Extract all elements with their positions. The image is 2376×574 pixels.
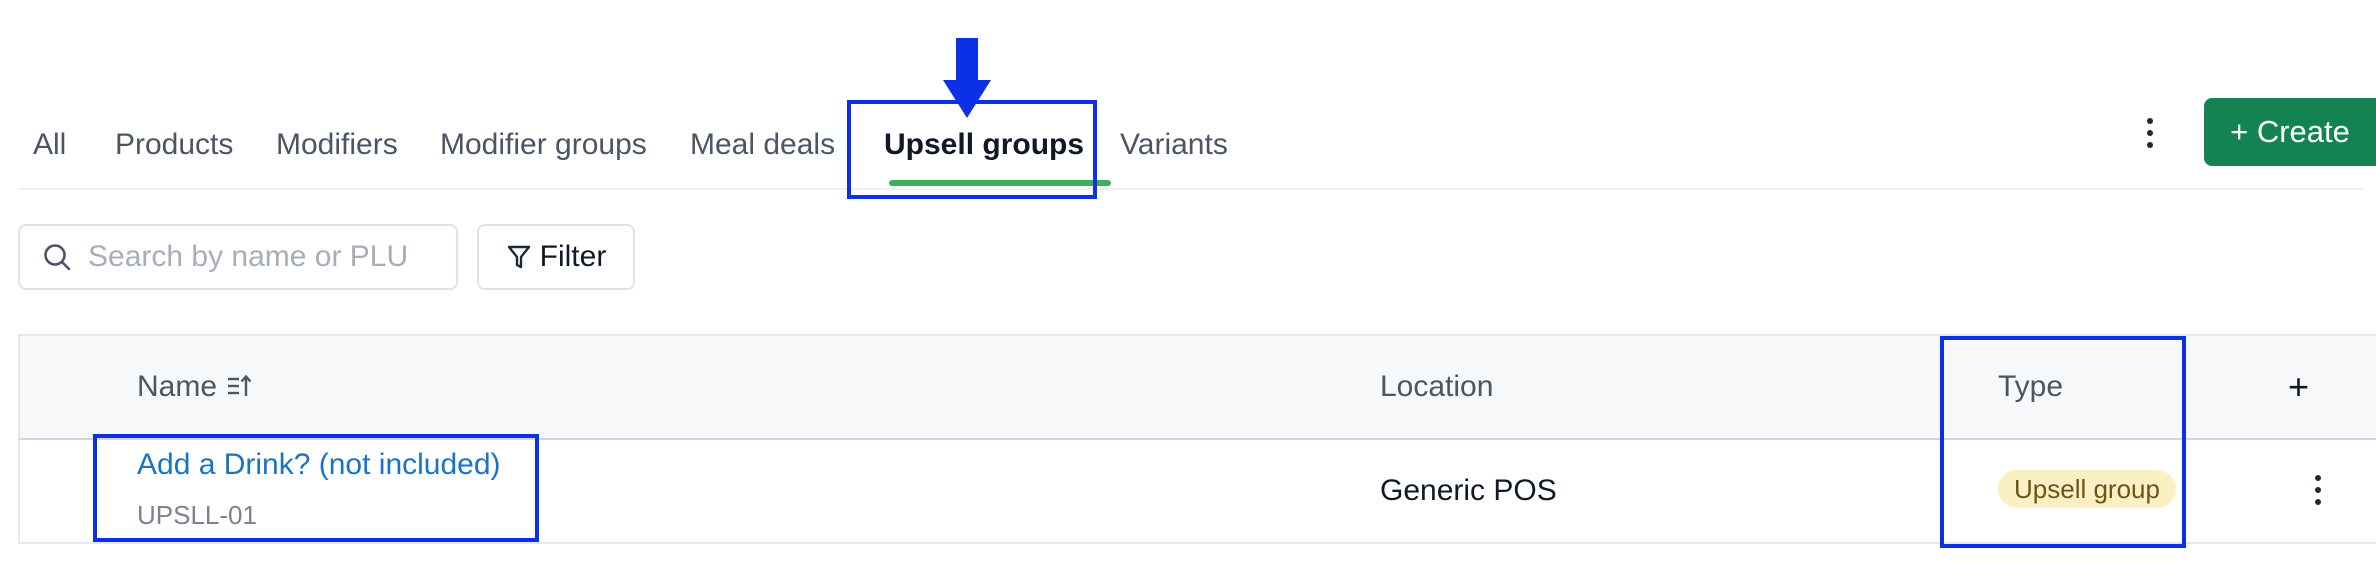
row-location: Generic POS xyxy=(1380,474,1557,507)
table-row[interactable]: Add a Drink? (not included) UPSLL-01 Gen… xyxy=(18,440,2376,544)
column-header-location: Location xyxy=(1380,370,1494,403)
search-box[interactable] xyxy=(18,224,458,290)
search-input[interactable] xyxy=(86,239,450,275)
filter-icon xyxy=(507,245,530,269)
tab-modifiers[interactable]: Modifiers xyxy=(276,128,398,162)
sort-ascending-icon[interactable] xyxy=(225,372,253,400)
filter-label: Filter xyxy=(539,240,607,273)
tab-all[interactable]: All xyxy=(33,128,66,162)
column-header-name[interactable]: Name xyxy=(137,370,253,404)
table-header: Name Location Type + xyxy=(18,334,2376,440)
down-arrow-icon xyxy=(943,38,991,118)
add-column-icon[interactable]: + xyxy=(2288,366,2309,408)
type-badge: Upsell group xyxy=(1998,470,2176,508)
tab-products[interactable]: Products xyxy=(115,128,233,162)
more-options-icon[interactable] xyxy=(2133,112,2167,154)
create-button[interactable]: + Create xyxy=(2204,98,2376,166)
row-plu-code: UPSLL-01 xyxy=(137,500,257,530)
tab-variants[interactable]: Variants xyxy=(1120,128,1228,162)
active-tab-indicator xyxy=(889,180,1111,186)
row-more-options-icon[interactable] xyxy=(2308,470,2328,510)
tab-meal-deals[interactable]: Meal deals xyxy=(690,128,835,162)
tab-bar: All Products Modifiers Modifier groups M… xyxy=(18,0,2364,190)
row-name-link[interactable]: Add a Drink? (not included) xyxy=(137,448,501,482)
tab-upsell-groups[interactable]: Upsell groups xyxy=(884,128,1084,162)
tab-modifier-groups[interactable]: Modifier groups xyxy=(440,128,647,162)
filter-button[interactable]: Filter xyxy=(477,224,635,290)
search-icon xyxy=(44,244,71,271)
column-header-type: Type xyxy=(1998,370,2064,403)
